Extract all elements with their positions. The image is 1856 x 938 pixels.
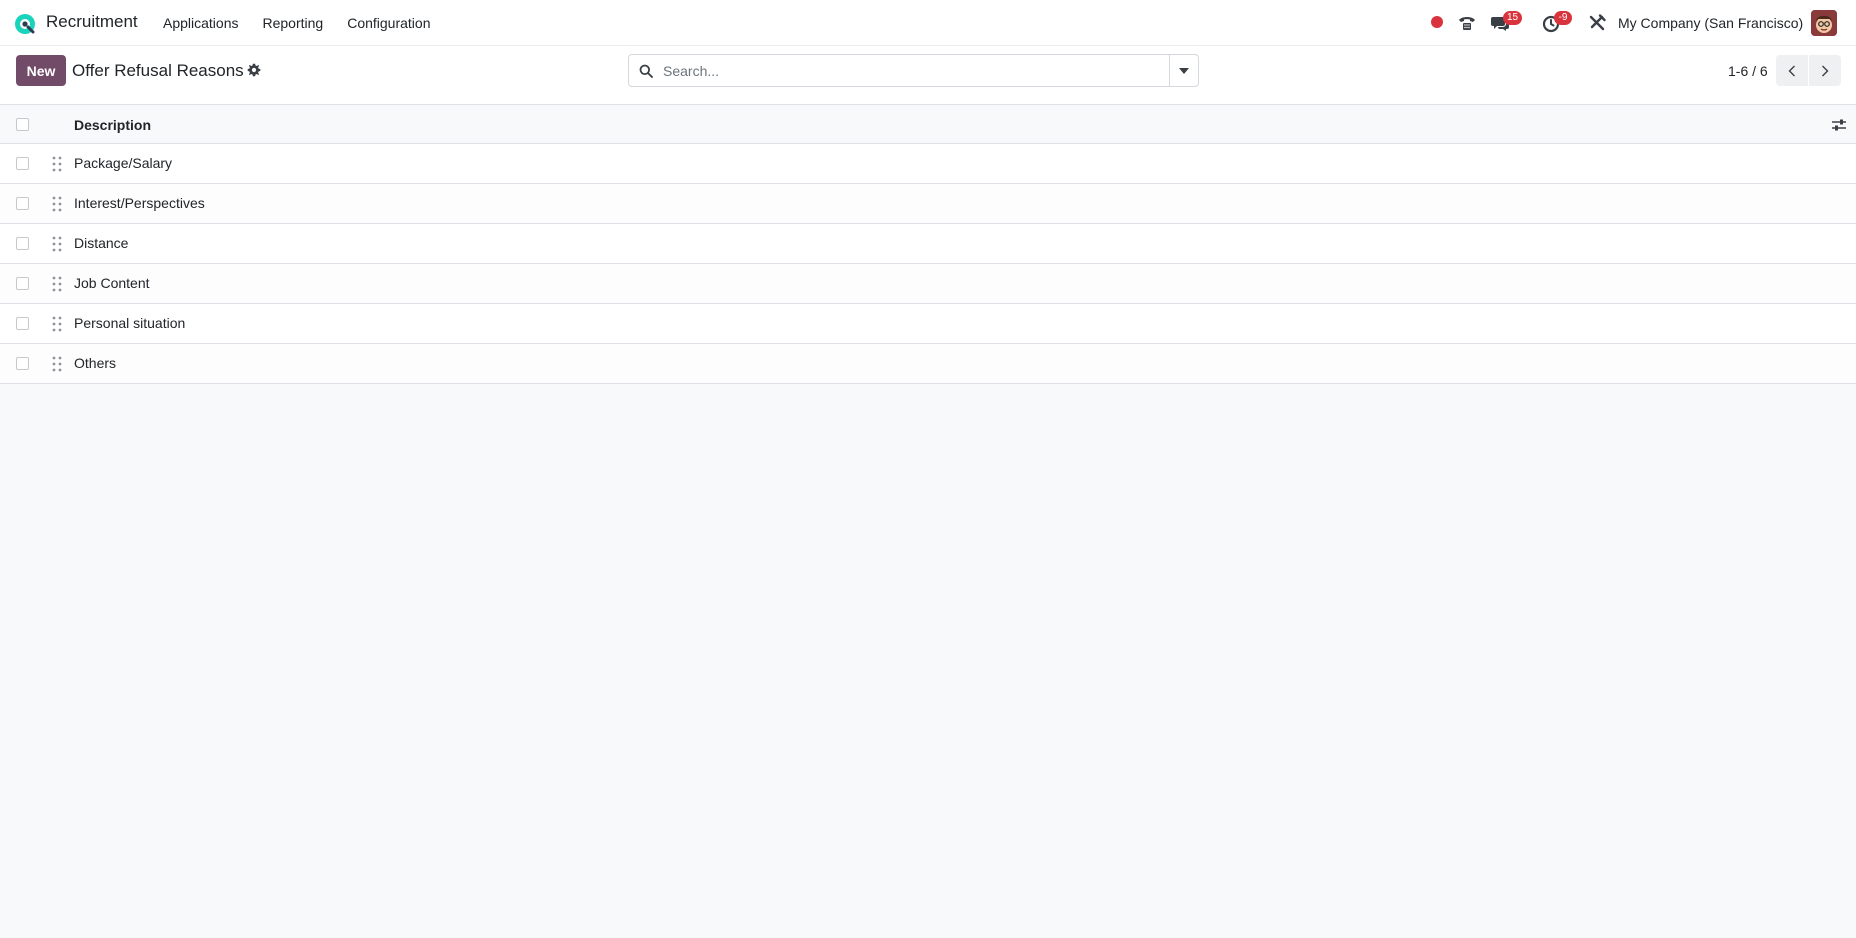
table-row[interactable]: Job Content bbox=[0, 264, 1856, 304]
top-navbar: Recruitment Applications Reporting Confi… bbox=[0, 0, 1856, 46]
search-box bbox=[628, 54, 1199, 87]
row-checkbox[interactable] bbox=[16, 277, 29, 290]
row-checkbox[interactable] bbox=[16, 237, 29, 250]
optional-columns-sliders-icon[interactable] bbox=[1831, 117, 1847, 133]
table-row[interactable]: Others bbox=[0, 344, 1856, 384]
messages-badge: 15 bbox=[1503, 11, 1523, 25]
table-row[interactable]: Package/Salary bbox=[0, 144, 1856, 184]
recruitment-app-icon[interactable] bbox=[14, 13, 36, 35]
table-row[interactable]: Interest/Perspectives bbox=[0, 184, 1856, 224]
list-body: Package/Salary Interest/Perspectives Dis… bbox=[0, 144, 1856, 384]
row-description: Others bbox=[74, 355, 117, 371]
drag-handle-icon[interactable] bbox=[52, 156, 62, 172]
drag-handle-icon[interactable] bbox=[52, 276, 62, 292]
row-description: Job Content bbox=[74, 275, 150, 291]
table-row[interactable]: Distance bbox=[0, 224, 1856, 264]
recording-indicator-icon[interactable] bbox=[1431, 16, 1443, 28]
app-name[interactable]: Recruitment bbox=[46, 12, 138, 32]
drag-handle-icon[interactable] bbox=[52, 316, 62, 332]
main-menu: Applications Reporting Configuration bbox=[151, 0, 442, 46]
new-button[interactable]: New bbox=[16, 55, 66, 86]
menu-applications[interactable]: Applications bbox=[151, 0, 251, 46]
drag-handle-icon[interactable] bbox=[52, 236, 62, 252]
control-panel: New Offer Refusal Reasons 1-6 / 6 bbox=[0, 46, 1856, 104]
caret-down-icon bbox=[1179, 67, 1189, 74]
tools-icon[interactable] bbox=[1587, 13, 1607, 33]
menu-configuration[interactable]: Configuration bbox=[335, 0, 442, 46]
gear-icon[interactable] bbox=[247, 63, 261, 77]
row-checkbox[interactable] bbox=[16, 197, 29, 210]
company-switcher[interactable]: My Company (San Francisco) bbox=[1618, 15, 1803, 31]
row-checkbox[interactable] bbox=[16, 157, 29, 170]
pager-previous-button[interactable] bbox=[1776, 55, 1808, 86]
user-avatar[interactable] bbox=[1811, 10, 1837, 36]
column-header-description[interactable]: Description bbox=[74, 117, 151, 133]
avatar-face-icon bbox=[1811, 10, 1837, 36]
row-checkbox[interactable] bbox=[16, 357, 29, 370]
drag-handle-icon[interactable] bbox=[52, 196, 62, 212]
menu-reporting[interactable]: Reporting bbox=[251, 0, 336, 46]
page-title: Offer Refusal Reasons bbox=[72, 61, 244, 80]
row-checkbox[interactable] bbox=[16, 317, 29, 330]
refusal-reasons-list: Description Package/Salary Interest/Pers… bbox=[0, 104, 1856, 384]
drag-handle-icon[interactable] bbox=[52, 356, 62, 372]
chevron-right-icon bbox=[1822, 65, 1829, 76]
activities-badge: -9 bbox=[1554, 11, 1572, 25]
row-description: Personal situation bbox=[74, 315, 186, 331]
search-options-toggle[interactable] bbox=[1169, 55, 1198, 86]
search-icon bbox=[639, 64, 653, 78]
select-all-checkbox[interactable] bbox=[16, 118, 29, 131]
row-description: Package/Salary bbox=[74, 155, 173, 171]
pager-value[interactable]: 1-6 / 6 bbox=[1728, 63, 1768, 79]
pager-next-button[interactable] bbox=[1809, 55, 1841, 86]
table-row[interactable]: Personal situation bbox=[0, 304, 1856, 344]
phone-icon[interactable] bbox=[1457, 13, 1477, 33]
chevron-left-icon bbox=[1788, 65, 1795, 76]
list-header: Description bbox=[0, 104, 1856, 144]
row-description: Distance bbox=[74, 235, 129, 251]
row-description: Interest/Perspectives bbox=[74, 195, 205, 211]
search-input[interactable] bbox=[659, 55, 1164, 86]
